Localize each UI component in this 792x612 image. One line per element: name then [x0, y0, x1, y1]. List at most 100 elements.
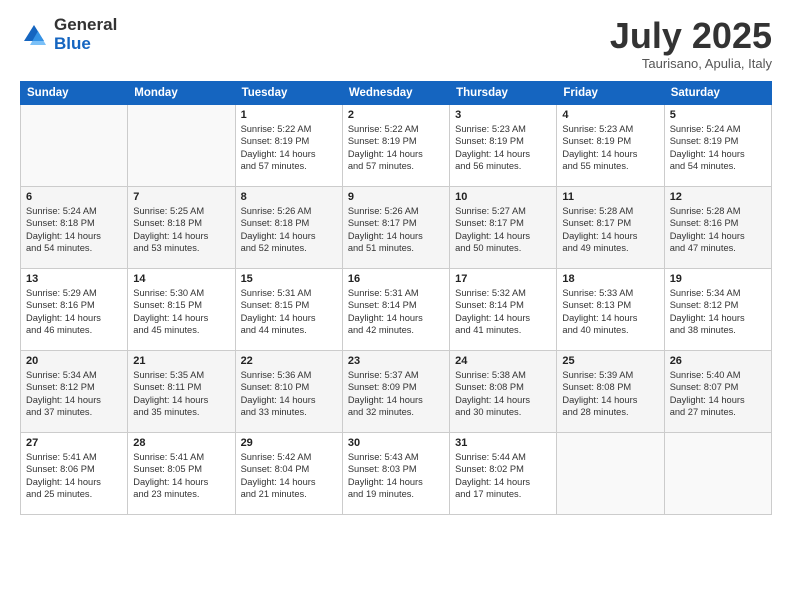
cell-line: and 57 minutes.: [348, 160, 444, 173]
cell-line: and 40 minutes.: [562, 324, 658, 337]
calendar-cell: 1Sunrise: 5:22 AMSunset: 8:19 PMDaylight…: [235, 104, 342, 186]
cell-line: and 45 minutes.: [133, 324, 229, 337]
calendar-cell: 2Sunrise: 5:22 AMSunset: 8:19 PMDaylight…: [342, 104, 449, 186]
cell-line: and 32 minutes.: [348, 406, 444, 419]
cell-line: and 19 minutes.: [348, 488, 444, 501]
day-number: 9: [348, 191, 444, 203]
calendar-cell: [128, 104, 235, 186]
cell-line: Sunrise: 5:26 AM: [348, 205, 444, 218]
calendar-header-row: SundayMondayTuesdayWednesdayThursdayFrid…: [21, 81, 772, 104]
day-number: 3: [455, 109, 551, 121]
day-number: 2: [348, 109, 444, 121]
day-number: 30: [348, 437, 444, 449]
cell-line: Daylight: 14 hours: [348, 476, 444, 489]
calendar-weekday-wednesday: Wednesday: [342, 81, 449, 104]
cell-line: Sunrise: 5:44 AM: [455, 451, 551, 464]
calendar-weekday-saturday: Saturday: [664, 81, 771, 104]
cell-line: Sunset: 8:19 PM: [348, 135, 444, 148]
header: General Blue July 2025 Taurisano, Apulia…: [20, 16, 772, 71]
calendar-weekday-tuesday: Tuesday: [235, 81, 342, 104]
cell-line: Sunrise: 5:39 AM: [562, 369, 658, 382]
calendar-cell: [664, 432, 771, 514]
logo-text: General Blue: [54, 16, 117, 53]
day-number: 28: [133, 437, 229, 449]
cell-line: Sunrise: 5:29 AM: [26, 287, 122, 300]
title-area: July 2025 Taurisano, Apulia, Italy: [610, 16, 772, 71]
cell-line: Daylight: 14 hours: [455, 476, 551, 489]
day-number: 26: [670, 355, 766, 367]
cell-line: Sunset: 8:15 PM: [133, 299, 229, 312]
cell-line: and 54 minutes.: [26, 242, 122, 255]
cell-line: and 28 minutes.: [562, 406, 658, 419]
cell-line: and 55 minutes.: [562, 160, 658, 173]
calendar-cell: 6Sunrise: 5:24 AMSunset: 8:18 PMDaylight…: [21, 186, 128, 268]
logo-blue: Blue: [54, 35, 117, 54]
subtitle: Taurisano, Apulia, Italy: [610, 56, 772, 71]
cell-line: Sunset: 8:05 PM: [133, 463, 229, 476]
calendar-cell: 26Sunrise: 5:40 AMSunset: 8:07 PMDayligh…: [664, 350, 771, 432]
cell-line: Sunset: 8:15 PM: [241, 299, 337, 312]
cell-line: Sunrise: 5:35 AM: [133, 369, 229, 382]
cell-line: Daylight: 14 hours: [670, 148, 766, 161]
cell-line: Sunrise: 5:31 AM: [348, 287, 444, 300]
calendar-cell: 29Sunrise: 5:42 AMSunset: 8:04 PMDayligh…: [235, 432, 342, 514]
cell-line: Sunset: 8:14 PM: [348, 299, 444, 312]
cell-line: Sunrise: 5:40 AM: [670, 369, 766, 382]
cell-line: Sunset: 8:17 PM: [348, 217, 444, 230]
cell-line: Daylight: 14 hours: [670, 394, 766, 407]
calendar-cell: 14Sunrise: 5:30 AMSunset: 8:15 PMDayligh…: [128, 268, 235, 350]
cell-line: Sunset: 8:17 PM: [562, 217, 658, 230]
calendar-cell: 22Sunrise: 5:36 AMSunset: 8:10 PMDayligh…: [235, 350, 342, 432]
cell-line: Sunset: 8:13 PM: [562, 299, 658, 312]
cell-line: Daylight: 14 hours: [133, 312, 229, 325]
calendar-week-row: 6Sunrise: 5:24 AMSunset: 8:18 PMDaylight…: [21, 186, 772, 268]
cell-line: Daylight: 14 hours: [455, 312, 551, 325]
calendar-cell: 4Sunrise: 5:23 AMSunset: 8:19 PMDaylight…: [557, 104, 664, 186]
cell-line: and 41 minutes.: [455, 324, 551, 337]
cell-line: Sunset: 8:19 PM: [241, 135, 337, 148]
cell-line: Sunset: 8:11 PM: [133, 381, 229, 394]
calendar-cell: [557, 432, 664, 514]
calendar-cell: 15Sunrise: 5:31 AMSunset: 8:15 PMDayligh…: [235, 268, 342, 350]
cell-line: and 52 minutes.: [241, 242, 337, 255]
cell-line: Sunset: 8:08 PM: [455, 381, 551, 394]
day-number: 25: [562, 355, 658, 367]
cell-line: Sunrise: 5:34 AM: [670, 287, 766, 300]
cell-line: Sunset: 8:18 PM: [241, 217, 337, 230]
calendar: SundayMondayTuesdayWednesdayThursdayFrid…: [20, 81, 772, 515]
cell-line: Daylight: 14 hours: [455, 230, 551, 243]
cell-line: Sunrise: 5:22 AM: [348, 123, 444, 136]
day-number: 4: [562, 109, 658, 121]
cell-line: and 46 minutes.: [26, 324, 122, 337]
day-number: 18: [562, 273, 658, 285]
cell-line: Daylight: 14 hours: [133, 230, 229, 243]
calendar-week-row: 20Sunrise: 5:34 AMSunset: 8:12 PMDayligh…: [21, 350, 772, 432]
cell-line: Sunrise: 5:23 AM: [562, 123, 658, 136]
cell-line: and 57 minutes.: [241, 160, 337, 173]
cell-line: Sunset: 8:18 PM: [133, 217, 229, 230]
day-number: 1: [241, 109, 337, 121]
cell-line: and 25 minutes.: [26, 488, 122, 501]
calendar-cell: 24Sunrise: 5:38 AMSunset: 8:08 PMDayligh…: [450, 350, 557, 432]
cell-line: and 51 minutes.: [348, 242, 444, 255]
cell-line: Daylight: 14 hours: [348, 230, 444, 243]
day-number: 15: [241, 273, 337, 285]
day-number: 24: [455, 355, 551, 367]
cell-line: Daylight: 14 hours: [133, 476, 229, 489]
cell-line: Sunrise: 5:28 AM: [562, 205, 658, 218]
cell-line: and 17 minutes.: [455, 488, 551, 501]
cell-line: Sunset: 8:12 PM: [26, 381, 122, 394]
cell-line: and 30 minutes.: [455, 406, 551, 419]
calendar-cell: 12Sunrise: 5:28 AMSunset: 8:16 PMDayligh…: [664, 186, 771, 268]
calendar-cell: [21, 104, 128, 186]
cell-line: Sunset: 8:12 PM: [670, 299, 766, 312]
day-number: 17: [455, 273, 551, 285]
calendar-weekday-thursday: Thursday: [450, 81, 557, 104]
calendar-cell: 28Sunrise: 5:41 AMSunset: 8:05 PMDayligh…: [128, 432, 235, 514]
calendar-cell: 11Sunrise: 5:28 AMSunset: 8:17 PMDayligh…: [557, 186, 664, 268]
cell-line: Daylight: 14 hours: [562, 312, 658, 325]
cell-line: and 49 minutes.: [562, 242, 658, 255]
cell-line: Daylight: 14 hours: [241, 394, 337, 407]
cell-line: Daylight: 14 hours: [26, 394, 122, 407]
cell-line: Sunset: 8:08 PM: [562, 381, 658, 394]
